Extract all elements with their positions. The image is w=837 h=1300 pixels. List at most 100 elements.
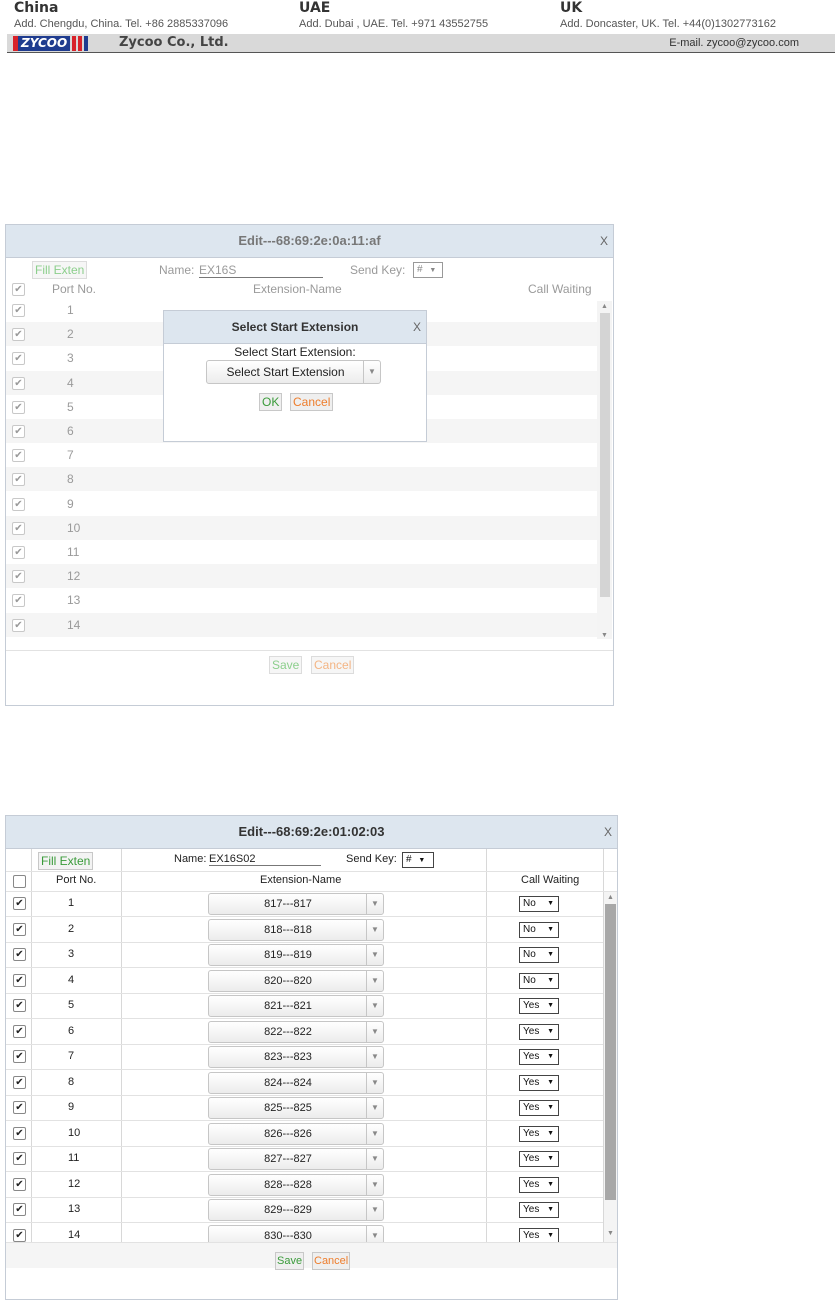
port-checkbox[interactable]: ✔ — [13, 1050, 26, 1063]
extension-select[interactable]: 827---827 ▼ — [208, 1148, 384, 1170]
chevron-down-icon: ▼ — [366, 1047, 383, 1067]
close-icon[interactable]: X — [600, 225, 608, 257]
extension-value: 818---818 — [264, 923, 312, 936]
port-checkbox[interactable]: ✔ — [12, 594, 25, 608]
call-waiting-select[interactable]: Yes ▼ — [519, 1074, 559, 1091]
port-checkbox[interactable]: ✔ — [13, 1203, 26, 1216]
call-waiting-select[interactable]: Yes ▼ — [519, 1202, 559, 1218]
scrollbar-thumb[interactable] — [605, 904, 616, 1200]
port-checkbox[interactable]: ✔ — [12, 618, 25, 632]
port-checkbox[interactable]: ✔ — [13, 897, 26, 910]
select-all-checkbox[interactable] — [13, 875, 26, 888]
port-checkbox[interactable]: ✔ — [13, 1228, 26, 1242]
name-input[interactable]: EX16S02 — [209, 853, 321, 866]
port-checkbox[interactable]: ✔ — [12, 570, 25, 584]
call-waiting-select[interactable]: Yes ▼ — [519, 1023, 559, 1040]
port-checkbox[interactable]: ✔ — [13, 999, 26, 1012]
cancel-button[interactable]: Cancel — [312, 1252, 351, 1270]
scroll-down-icon[interactable]: ▼ — [601, 632, 608, 639]
chevron-down-icon: ▼ — [547, 925, 554, 933]
call-waiting-select[interactable]: Yes ▼ — [519, 1151, 559, 1167]
chevron-down-icon: ▼ — [547, 1053, 554, 1060]
send-key-select[interactable]: # ▼ — [402, 852, 434, 868]
port-checkbox[interactable]: ✔ — [13, 1024, 26, 1038]
call-waiting-select[interactable]: No ▼ — [519, 972, 559, 989]
port-checkbox[interactable]: ✔ — [12, 449, 25, 463]
extension-select[interactable]: 820---820 ▼ — [208, 969, 384, 992]
port-checkbox[interactable]: ✔ — [12, 304, 25, 317]
table-header: Port No. Extension-Name Call Waiting — [6, 871, 617, 891]
extension-select[interactable]: 817---817 ▼ — [208, 893, 384, 915]
call-waiting-select[interactable]: Yes ▼ — [519, 1049, 559, 1065]
call-waiting-select[interactable]: Yes ▼ — [519, 998, 559, 1014]
port-checkbox[interactable]: ✔ — [13, 922, 26, 936]
port-checkbox[interactable]: ✔ — [13, 1177, 26, 1191]
port-checkbox[interactable]: ✔ — [12, 497, 25, 511]
save-button[interactable]: Save — [275, 1252, 305, 1270]
logo-text: ZYCOO — [13, 35, 71, 51]
call-waiting-value: Yes — [523, 1025, 540, 1037]
send-key-select[interactable]: # ▼ — [413, 262, 443, 278]
extension-select[interactable]: 823---823 ▼ — [208, 1046, 384, 1068]
save-button[interactable]: Save — [269, 656, 303, 674]
scrollbar-thumb[interactable] — [600, 313, 610, 597]
col-port-header: Port No. — [56, 874, 97, 886]
extension-value: 824---824 — [264, 1076, 312, 1089]
start-extension-select[interactable]: Select Start Extension ▼ — [206, 360, 381, 384]
extension-select[interactable]: 818---818 ▼ — [208, 918, 384, 941]
port-checkbox[interactable]: ✔ — [12, 376, 25, 390]
port-checkbox[interactable]: ✔ — [12, 521, 25, 535]
port-number: 6 — [68, 1024, 75, 1037]
port-checkbox[interactable]: ✔ — [12, 546, 25, 559]
port-checkbox[interactable]: ✔ — [12, 400, 25, 414]
extension-select[interactable]: 825---825 ▼ — [208, 1097, 384, 1119]
port-checkbox[interactable]: ✔ — [13, 1075, 26, 1089]
select-all-checkbox[interactable]: ✔ — [12, 283, 25, 296]
chevron-down-icon: ▼ — [547, 1206, 554, 1213]
call-waiting-select[interactable]: Yes ▼ — [519, 1100, 559, 1116]
extension-select[interactable]: 828---828 ▼ — [208, 1173, 384, 1196]
scroll-up-icon[interactable]: ▲ — [607, 894, 614, 901]
port-checkbox[interactable]: ✔ — [13, 948, 26, 961]
chevron-down-icon: ▼ — [363, 361, 380, 383]
call-waiting-select[interactable]: No ▼ — [519, 896, 559, 912]
call-waiting-select[interactable]: Yes ▼ — [519, 1125, 559, 1142]
scroll-down-icon[interactable]: ▼ — [607, 1230, 614, 1237]
cancel-button[interactable]: Cancel — [290, 393, 334, 411]
port-checkbox[interactable]: ✔ — [13, 973, 26, 987]
chevron-down-icon: ▼ — [547, 1002, 554, 1009]
ok-button[interactable]: OK — [259, 393, 283, 411]
extension-select[interactable]: 826---826 ▼ — [208, 1122, 384, 1145]
port-checkbox[interactable]: ✔ — [12, 473, 25, 487]
table-row: ✔ 9 825---825 ▼ Yes ▼ — [6, 1095, 603, 1121]
port-number: 5 — [68, 999, 75, 1011]
company-name: Zycoo Co., Ltd. — [119, 35, 229, 50]
port-checkbox[interactable]: ✔ — [12, 352, 25, 366]
port-checkbox[interactable]: ✔ — [13, 1152, 26, 1165]
extension-select[interactable]: 829---829 ▼ — [208, 1199, 384, 1221]
close-icon[interactable]: X — [604, 816, 612, 848]
call-waiting-select[interactable]: Yes ▼ — [519, 1176, 559, 1193]
port-checkbox[interactable]: ✔ — [13, 1126, 26, 1140]
call-waiting-value: No — [523, 974, 536, 986]
letterhead-bar: ZYCOO Zycoo Co., Ltd. E-mail. zycoo@zyco… — [7, 34, 835, 53]
select-start-extension-popup: Select Start Extension X Select Start Ex… — [163, 310, 427, 442]
port-number: 1 — [68, 897, 75, 909]
port-checkbox[interactable]: ✔ — [12, 328, 25, 342]
cancel-button[interactable]: Cancel — [311, 656, 355, 674]
extension-select[interactable]: 824---824 ▼ — [208, 1071, 384, 1094]
fill-exten-button[interactable]: Fill Exten — [38, 852, 94, 870]
scroll-up-icon[interactable]: ▲ — [601, 303, 608, 310]
call-waiting-select[interactable]: No ▼ — [519, 921, 559, 938]
port-checkbox[interactable]: ✔ — [13, 1101, 26, 1114]
close-icon[interactable]: X — [413, 311, 421, 343]
extension-select[interactable]: 822---822 ▼ — [208, 1020, 384, 1043]
name-input[interactable]: EX16S — [199, 263, 323, 278]
extension-select[interactable]: 819---819 ▼ — [208, 944, 384, 966]
extension-select[interactable]: 821---821 ▼ — [208, 995, 384, 1017]
port-number: 8 — [68, 1075, 75, 1088]
port-checkbox[interactable]: ✔ — [12, 425, 25, 438]
call-waiting-select[interactable]: No ▼ — [519, 947, 559, 963]
office-china: China Add. Chengdu, China. Tel. +86 2885… — [14, 0, 228, 31]
list-item: ✔ 12 — [6, 564, 597, 589]
